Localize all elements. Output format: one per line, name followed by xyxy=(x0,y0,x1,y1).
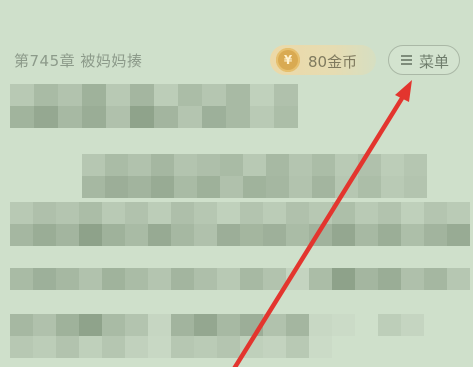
hamburger-menu-icon xyxy=(401,55,412,65)
pixelated-text-line xyxy=(10,314,470,336)
pixelated-text-line xyxy=(10,84,298,106)
pixelated-chapter-text xyxy=(0,82,473,367)
pixelated-text-line xyxy=(82,176,427,198)
reader-header: 第745章 被妈妈揍 ¥ 80金币 菜单 xyxy=(0,0,473,82)
chapter-title: 第745章 被妈妈揍 xyxy=(14,52,143,70)
reader-page: 第745章 被妈妈揍 ¥ 80金币 菜单 xyxy=(0,0,473,367)
menu-button[interactable]: 菜单 xyxy=(388,45,460,75)
coin-icon: ¥ xyxy=(276,48,300,72)
pixelated-text-line xyxy=(10,224,470,246)
pixelated-text-line xyxy=(10,202,470,224)
pixelated-text-line xyxy=(10,336,470,358)
menu-label: 菜单 xyxy=(419,53,450,71)
pixelated-text-line xyxy=(82,154,427,176)
coin-balance-label: 80金币 xyxy=(308,53,358,71)
pixelated-text-line xyxy=(10,268,470,290)
pixelated-text-line xyxy=(10,106,298,128)
